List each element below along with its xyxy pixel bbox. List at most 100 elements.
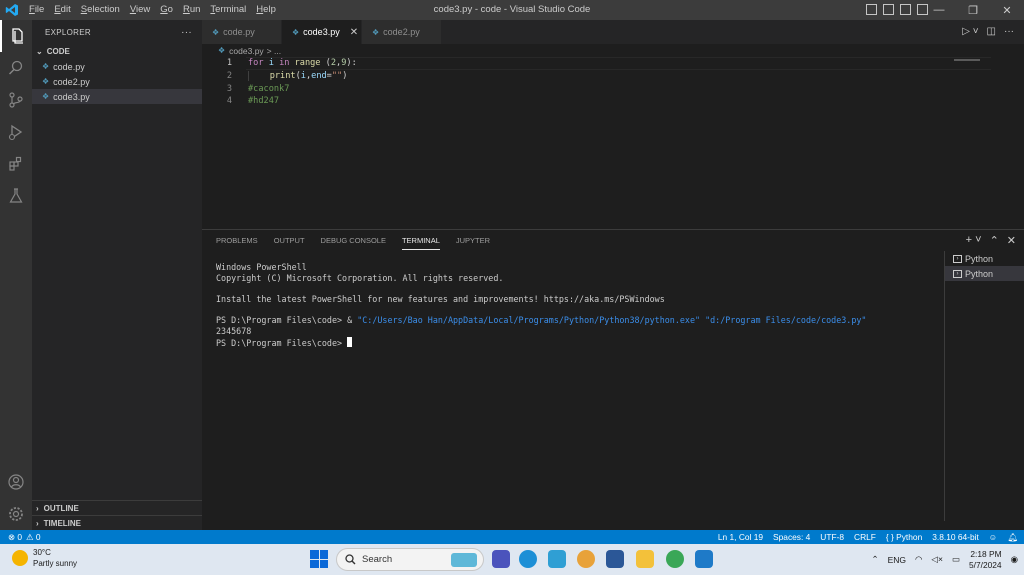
chrome-icon[interactable] bbox=[666, 550, 684, 568]
wifi-icon[interactable]: ◠ bbox=[915, 554, 922, 565]
search-placeholder: Search bbox=[362, 554, 393, 565]
outline-label: OUTLINE bbox=[43, 503, 79, 513]
current-line-highlight bbox=[246, 57, 991, 70]
tab-code3-py[interactable]: ❖ code3.py ✕ bbox=[282, 20, 362, 44]
file-explorer-icon[interactable] bbox=[636, 550, 654, 568]
more-actions-icon[interactable]: ··· bbox=[1004, 26, 1014, 37]
game-app-icon[interactable] bbox=[577, 550, 595, 568]
volume-icon[interactable]: ◁× bbox=[931, 554, 943, 565]
search-highlight-icon bbox=[451, 552, 477, 567]
tab-output[interactable]: OUTPUT bbox=[274, 236, 305, 250]
maximize-panel-icon[interactable]: ⌃ bbox=[990, 234, 999, 247]
status-problems[interactable]: ⊗ 0 ⚠ 0 bbox=[0, 532, 41, 542]
outline-section[interactable]: › OUTLINE bbox=[32, 500, 202, 515]
minimize-button[interactable]: — bbox=[922, 0, 956, 20]
menu-file[interactable]: File bbox=[24, 0, 49, 20]
close-window-button[interactable]: ✕ bbox=[990, 0, 1024, 20]
toggle-panel-icon[interactable] bbox=[883, 4, 894, 15]
extensions-icon[interactable] bbox=[0, 148, 32, 180]
menu-terminal[interactable]: Terminal bbox=[205, 0, 251, 20]
new-terminal-icon[interactable]: + ˅ bbox=[966, 234, 982, 247]
terminal-command-line: PS D:\Program Files\code> & "C:/Users/Ba… bbox=[216, 315, 941, 326]
run-python-file-icon[interactable]: ▷ ˅ bbox=[962, 26, 978, 37]
restore-button[interactable]: ❐ bbox=[956, 0, 990, 20]
weather-desc: Partly sunny bbox=[33, 559, 78, 568]
run-debug-icon[interactable] bbox=[0, 116, 32, 148]
toggle-sidebar-icon[interactable] bbox=[866, 4, 877, 15]
tab-debug-console[interactable]: DEBUG CONSOLE bbox=[321, 236, 386, 250]
testing-icon[interactable] bbox=[0, 180, 32, 212]
l-app-icon[interactable] bbox=[548, 550, 566, 568]
cursor-position[interactable]: Ln 1, Col 19 bbox=[718, 532, 763, 542]
editor-tab-bar: ❖ code.py ❖ code3.py ✕ ❖ code2.py ▷ ˅ ◫ … bbox=[202, 20, 1024, 44]
encoding[interactable]: UTF-8 bbox=[820, 532, 844, 542]
terminal-instance-python-active[interactable]: › Python bbox=[945, 266, 1024, 281]
close-tab-icon[interactable]: ✕ bbox=[350, 27, 358, 38]
terminal-icon: › bbox=[953, 269, 962, 278]
toggle-secondary-sidebar-icon[interactable] bbox=[900, 4, 911, 15]
more-actions-icon[interactable]: ··· bbox=[181, 27, 192, 38]
edge-icon[interactable] bbox=[519, 550, 537, 568]
timeline-section[interactable]: › TIMELINE bbox=[32, 515, 202, 530]
account-icon[interactable] bbox=[0, 466, 32, 498]
python-interpreter[interactable]: 3.8.10 64-bit bbox=[932, 532, 979, 542]
tab-code2-py[interactable]: ❖ code2.py bbox=[362, 20, 442, 44]
search-icon[interactable] bbox=[0, 52, 32, 84]
end-of-line[interactable]: CRLF bbox=[854, 532, 876, 542]
taskbar-search[interactable]: Search bbox=[336, 548, 484, 571]
menu-go[interactable]: Go bbox=[155, 0, 178, 20]
clock[interactable]: 2:18 PM 5/7/2024 bbox=[969, 549, 1002, 571]
file-item-code-py[interactable]: ❖ code.py bbox=[32, 59, 202, 74]
minimap[interactable] bbox=[954, 59, 980, 61]
file-label: code2.py bbox=[53, 76, 90, 87]
language-mode[interactable]: { } Python bbox=[886, 532, 922, 542]
menu-help[interactable]: Help bbox=[251, 0, 281, 20]
input-language[interactable]: ENG bbox=[888, 555, 906, 565]
close-panel-icon[interactable]: ✕ bbox=[1007, 234, 1016, 247]
store-icon[interactable] bbox=[606, 550, 624, 568]
code-line-4[interactable]: 4 #hd247 bbox=[202, 95, 1024, 108]
source-control-icon[interactable] bbox=[0, 84, 32, 116]
menu-view[interactable]: View bbox=[125, 0, 155, 20]
vscode-taskbar-icon[interactable] bbox=[695, 550, 713, 568]
error-count: ⊗ 0 bbox=[8, 532, 23, 542]
battery-icon[interactable]: ▭ bbox=[952, 554, 960, 565]
notifications-bell-icon[interactable]: 🔔︎ bbox=[1007, 532, 1018, 543]
chevron-up-icon[interactable]: ⌃ bbox=[871, 554, 878, 565]
weather-widget[interactable]: 30°C Partly sunny bbox=[12, 547, 77, 569]
breadcrumb-file[interactable]: code3.py bbox=[229, 46, 264, 56]
file-item-code2-py[interactable]: ❖ code2.py bbox=[32, 74, 202, 89]
token: end bbox=[311, 71, 327, 82]
notification-center-icon[interactable]: ◉ bbox=[1011, 554, 1018, 565]
folder-code[interactable]: ⌄ CODE bbox=[32, 44, 202, 59]
menu-edit[interactable]: Edit bbox=[49, 0, 75, 20]
split-editor-icon[interactable]: ◫ bbox=[987, 26, 996, 37]
terminal-prompt: PS D:\Program Files\code> & bbox=[216, 315, 358, 326]
file-item-code3-py[interactable]: ❖ code3.py bbox=[32, 89, 202, 104]
manage-gear-icon[interactable] bbox=[0, 498, 32, 530]
explorer-icon[interactable] bbox=[0, 20, 32, 52]
code-editor[interactable]: 1 for i in range (2,9): 2 print(i,end=""… bbox=[202, 57, 1024, 229]
code-line-2[interactable]: 2 print(i,end="") bbox=[202, 70, 1024, 83]
breadcrumb: ❖ code3.py > ... bbox=[202, 44, 1024, 57]
teams-icon[interactable] bbox=[492, 550, 510, 568]
terminal-instance-python[interactable]: › Python bbox=[945, 251, 1024, 266]
tab-jupyter[interactable]: JUPYTER bbox=[456, 236, 490, 250]
menu-selection[interactable]: Selection bbox=[76, 0, 125, 20]
tab-code-py[interactable]: ❖ code.py bbox=[202, 20, 282, 44]
layout-controls bbox=[866, 4, 928, 15]
indent-guide bbox=[248, 71, 270, 82]
clock-date: 5/7/2024 bbox=[968, 559, 1002, 570]
start-button-icon[interactable] bbox=[310, 550, 328, 568]
indentation[interactable]: Spaces: 4 bbox=[773, 532, 810, 542]
feedback-icon[interactable]: ☺ bbox=[989, 532, 998, 542]
terminal-prompt: PS D:\Program Files\code> bbox=[216, 337, 348, 348]
tab-problems[interactable]: PROBLEMS bbox=[216, 236, 258, 250]
menu-bar: File Edit Selection View Go Run Terminal… bbox=[24, 0, 281, 20]
status-right: Ln 1, Col 19 Spaces: 4 UTF-8 CRLF { } Py… bbox=[718, 530, 1018, 544]
python-file-icon: ❖ bbox=[42, 62, 50, 71]
menu-run[interactable]: Run bbox=[178, 0, 205, 20]
tab-terminal[interactable]: TERMINAL bbox=[401, 236, 440, 250]
code-line-3[interactable]: 3 #caconk7 bbox=[202, 82, 1024, 95]
terminal-output[interactable]: Windows PowerShell Copyright (C) Microso… bbox=[216, 262, 941, 348]
